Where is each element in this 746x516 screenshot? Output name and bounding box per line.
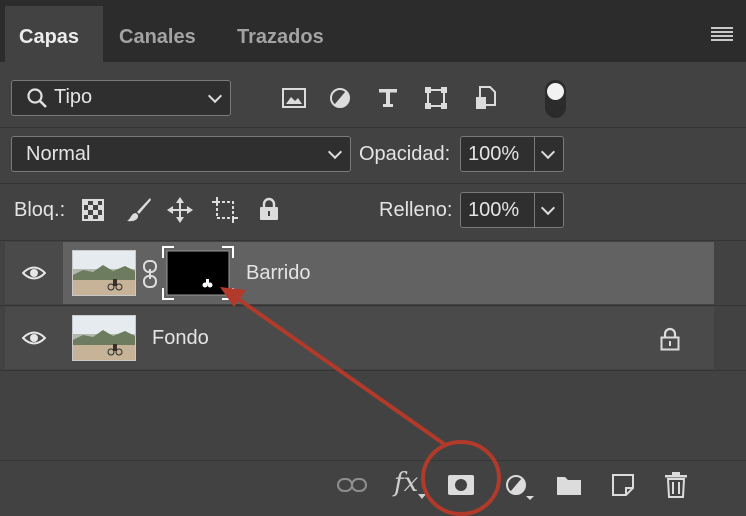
annotation-arrow — [232, 294, 446, 446]
highlight-circle — [421, 440, 501, 516]
annotation-overlay — [220, 287, 501, 516]
